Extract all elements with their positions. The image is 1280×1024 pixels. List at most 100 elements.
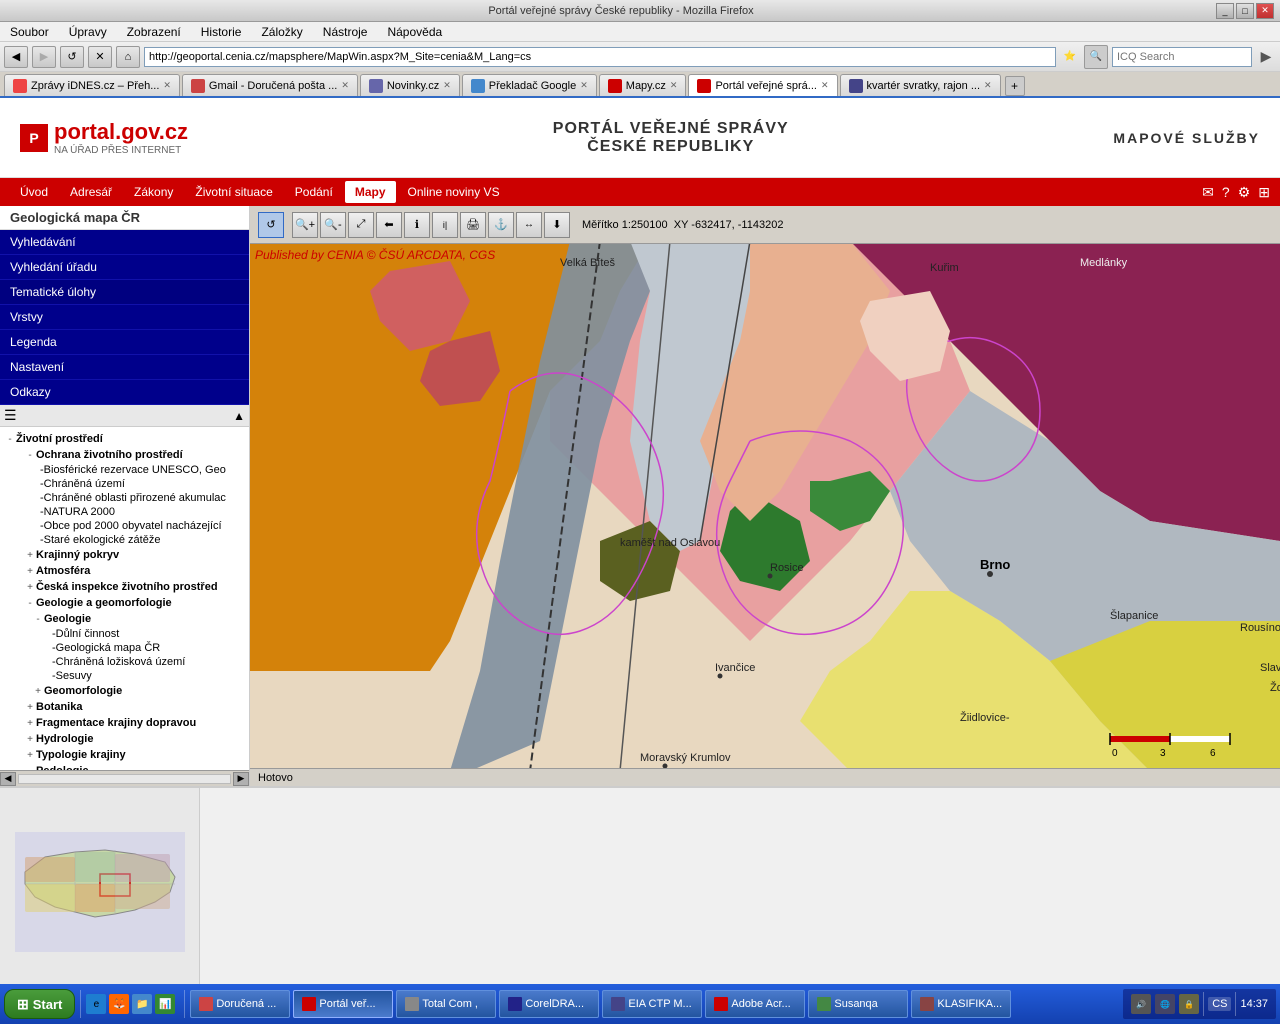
mail-icon[interactable]: ✉ <box>1202 184 1214 201</box>
tree-collapse-icon[interactable]: ☰ <box>4 407 17 424</box>
tab-kvartet[interactable]: kvartér svratky, rajon ... ✕ <box>840 74 1001 96</box>
menu-nastroje[interactable]: Nástroje <box>317 23 374 41</box>
scroll-left-btn[interactable]: ◀ <box>0 772 16 786</box>
taskbar-btn-klasifika[interactable]: KLASIFIKA... <box>911 990 1011 1018</box>
taskbar-btn-corel[interactable]: CorelDRA... <box>499 990 599 1018</box>
tab-close-gmail[interactable]: ✕ <box>341 80 349 91</box>
expand-icon[interactable]: + <box>24 566 36 577</box>
taskbar-btn-susanqa[interactable]: Susanqa <box>808 990 908 1018</box>
menu-historie[interactable]: Historie <box>195 23 248 41</box>
sidebar-tree[interactable]: - Životní prostředí - Ochrana životního … <box>0 427 249 770</box>
tree-item-krajiny[interactable]: + Krajinný pokryv <box>0 547 249 563</box>
map-zoom-prev-btn[interactable]: ⬅ <box>376 212 402 238</box>
expand-icon[interactable]: + <box>24 702 36 713</box>
tree-item-hydrologie[interactable]: + Hydrologie <box>0 731 249 747</box>
scroll-right-btn[interactable]: ▶ <box>233 772 249 786</box>
tree-item-pedologie[interactable]: - Pedologie <box>0 763 249 770</box>
map-zoom-out-btn[interactable]: 🔍- <box>320 212 346 238</box>
map-print-btn[interactable]: 🖨 <box>460 212 486 238</box>
sidebar-item-legenda[interactable]: Legenda <box>0 330 249 355</box>
menu-zobrazeni[interactable]: Zobrazení <box>121 23 187 41</box>
map-zoom-full-btn[interactable]: ⤢ <box>348 212 374 238</box>
minimize-button[interactable]: _ <box>1216 3 1234 19</box>
taskbar-btn-eia[interactable]: EIA CTP M... <box>602 990 702 1018</box>
tree-item-oblasti[interactable]: -Chráněné oblasti přirozené akumulac <box>0 491 249 505</box>
menu-soubor[interactable]: Soubor <box>4 23 55 41</box>
sidebar-scrollbar-h[interactable]: ◀ ▶ <box>0 770 249 786</box>
nav-zivotni[interactable]: Životní situace <box>185 181 282 203</box>
nav-mapy[interactable]: Mapy <box>345 181 396 203</box>
sidebar-item-tematicke[interactable]: Tematické úlohy <box>0 280 249 305</box>
tree-item-ochrana[interactable]: - Ochrana životního prostředí <box>0 447 249 463</box>
expand-icon[interactable]: + <box>24 718 36 729</box>
close-button[interactable]: ✕ <box>1256 3 1274 19</box>
address-bar[interactable] <box>144 47 1056 67</box>
taskbar-btn-dorucena[interactable]: Doručená ... <box>190 990 290 1018</box>
tree-item-stare[interactable]: -Staré ekologické zátěže <box>0 533 249 547</box>
tree-item-zivotni[interactable]: - Životní prostředí <box>0 431 249 447</box>
search-go-button[interactable]: ▶ <box>1256 47 1276 67</box>
search-input[interactable] <box>1112 47 1252 67</box>
tree-item-chranena-loz[interactable]: -Chráněná ložisková území <box>0 655 249 669</box>
tab-novinky[interactable]: Novinky.cz ✕ <box>360 74 460 96</box>
taskbar-icon4[interactable]: 📊 <box>155 994 175 1014</box>
tab-close-novinky[interactable]: ✕ <box>443 80 451 91</box>
map-measure-btn[interactable]: ↔ <box>516 212 542 238</box>
start-button[interactable]: ⊞ Start <box>4 989 75 1019</box>
expand-icon[interactable]: - <box>32 614 44 625</box>
systray-icon2[interactable]: 🌐 <box>1155 994 1175 1014</box>
tab-portal[interactable]: Portál veřejné sprá... ✕ <box>688 74 837 96</box>
tab-google[interactable]: Překladač Google ✕ <box>462 74 597 96</box>
maximize-button[interactable]: □ <box>1236 3 1254 19</box>
taskbar-icon3[interactable]: 📁 <box>132 994 152 1014</box>
search-engine-icon[interactable]: 🔍 <box>1084 45 1108 69</box>
tree-item-geologie-geo[interactable]: - Geologie a geomorfologie <box>0 595 249 611</box>
tree-item-botanika[interactable]: + Botanika <box>0 699 249 715</box>
map-svg[interactable]: kaměšt nad Oslavou Rosice Brno Šlapanice… <box>250 244 1280 768</box>
tree-item-geologie[interactable]: - Geologie <box>0 611 249 627</box>
taskbar-btn-portal[interactable]: Portál veř... <box>293 990 393 1018</box>
new-tab-button[interactable]: + <box>1005 76 1025 96</box>
systray-icon1[interactable]: 🔊 <box>1131 994 1151 1014</box>
ie-icon[interactable]: e <box>86 994 106 1014</box>
reload-button[interactable]: ↺ <box>60 46 84 68</box>
tree-item-dulni[interactable]: -Důlní činnost <box>0 627 249 641</box>
tree-item-sesuvy[interactable]: -Sesuvy <box>0 669 249 683</box>
tab-close-mapy[interactable]: ✕ <box>670 80 678 91</box>
nav-podani[interactable]: Podání <box>285 181 343 203</box>
sidebar-item-nastaveni[interactable]: Nastavení <box>0 355 249 380</box>
taskbar-btn-adobe[interactable]: Adobe Acr... <box>705 990 805 1018</box>
sidebar-item-vrstvy[interactable]: Vrstvy <box>0 305 249 330</box>
map-download-btn[interactable]: ⬇ <box>544 212 570 238</box>
map-info-btn[interactable]: ℹ <box>404 212 430 238</box>
tree-item-biosf[interactable]: -Biosférické rezervace UNESCO, Geo <box>0 463 249 477</box>
nav-uvod[interactable]: Úvod <box>10 181 58 203</box>
tab-idnes[interactable]: Zprávy iDNES.cz – Přeh... ✕ <box>4 74 180 96</box>
tree-item-geomorf[interactable]: + Geomorfologie <box>0 683 249 699</box>
firefox-icon[interactable]: 🦊 <box>109 994 129 1014</box>
menu-zalozky[interactable]: Záložky <box>255 23 308 41</box>
tree-item-fragmentace[interactable]: + Fragmentace krajiny dopravou <box>0 715 249 731</box>
map-info2-btn[interactable]: i| <box>432 212 458 238</box>
tab-gmail[interactable]: Gmail - Doručená pošta ... ✕ <box>182 74 358 96</box>
tree-item-typologie[interactable]: + Typologie krajiny <box>0 747 249 763</box>
tree-item-obce[interactable]: -Obce pod 2000 obyvatel nacházející <box>0 519 249 533</box>
sidebar-item-vyhledani[interactable]: Vyhledání úřadu <box>0 255 249 280</box>
map-zoom-in-btn[interactable]: 🔍+ <box>292 212 318 238</box>
expand-icon[interactable]: + <box>32 686 44 697</box>
expand-icon[interactable]: + <box>24 550 36 561</box>
tree-item-natura[interactable]: -NATURA 2000 <box>0 505 249 519</box>
sidebar-item-odkazy[interactable]: Odkazy <box>0 380 249 405</box>
tab-close-google[interactable]: ✕ <box>580 80 588 91</box>
map-refresh-btn[interactable]: ↺ <box>258 212 284 238</box>
expand-icon[interactable]: - <box>24 450 36 461</box>
menu-upravy[interactable]: Úpravy <box>63 23 113 41</box>
tab-mapy[interactable]: Mapy.cz ✕ <box>599 74 687 96</box>
help-icon[interactable]: ? <box>1222 184 1230 201</box>
forward-button[interactable]: ▶ <box>32 46 56 68</box>
tab-close-kvartet[interactable]: ✕ <box>984 80 992 91</box>
tab-close-idnes[interactable]: ✕ <box>163 80 171 91</box>
tab-close-portal[interactable]: ✕ <box>821 80 829 91</box>
nav-online[interactable]: Online noviny VS <box>398 181 510 203</box>
map-canvas[interactable]: kaměšt nad Oslavou Rosice Brno Šlapanice… <box>250 244 1280 768</box>
